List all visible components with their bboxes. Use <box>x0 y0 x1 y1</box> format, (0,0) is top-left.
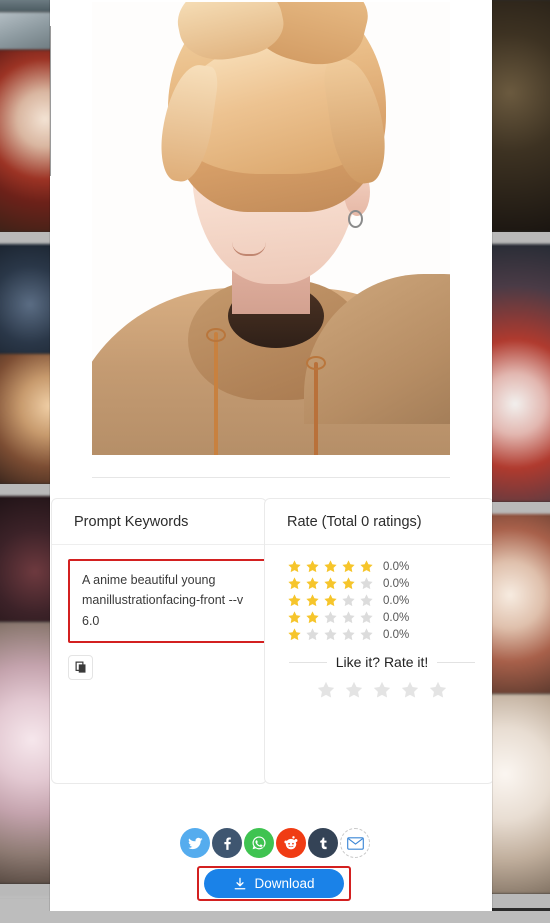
image-detail-modal: Prompt Keywords A anime beautiful young … <box>50 0 492 911</box>
browser-bottom-strip <box>0 911 550 923</box>
hoodie-drawstring-right <box>314 362 318 455</box>
divider-line-right <box>437 661 476 663</box>
hoodie-drawstring-left <box>214 332 218 455</box>
rating-distribution: 0.0% 0.0% 0.0% 0.0% 0.0% <box>287 559 477 642</box>
rating-row-percent: 0.0% <box>383 611 410 624</box>
divider-line-left <box>289 661 327 663</box>
rating-row-stars <box>287 610 374 625</box>
rating-row-stars <box>287 627 374 642</box>
rating-row[interactable]: 0.0% <box>287 576 477 591</box>
rating-row-percent: 0.0% <box>383 594 410 607</box>
copy-icon <box>75 661 85 673</box>
star-icon <box>306 611 319 624</box>
star-icon <box>360 594 373 607</box>
rating-row[interactable]: 0.0% <box>287 610 477 625</box>
rate-star-1[interactable] <box>316 680 336 705</box>
rating-row-percent: 0.0% <box>383 560 410 573</box>
star-icon <box>360 560 373 573</box>
rate-prompt-label: Like it? Rate it! <box>335 654 429 670</box>
reddit-share-icon[interactable] <box>276 828 306 858</box>
rating-row[interactable]: 0.0% <box>287 559 477 574</box>
copy-prompt-button[interactable] <box>68 654 93 680</box>
rating-row-stars <box>287 559 374 574</box>
rating-row-percent: 0.0% <box>383 628 410 641</box>
section-divider <box>92 477 450 478</box>
rate-card-title: Rate (Total 0 ratings) <box>265 499 492 545</box>
whatsapp-share-icon[interactable] <box>244 828 274 858</box>
star-icon <box>345 681 363 698</box>
rate-star-4[interactable] <box>400 680 420 705</box>
star-icon <box>288 611 301 624</box>
rate-prompt-row: Like it? Rate it! <box>289 654 476 670</box>
download-button[interactable]: Download <box>204 869 344 898</box>
star-icon <box>324 594 337 607</box>
star-icon <box>288 560 301 573</box>
star-icon <box>342 594 355 607</box>
star-icon <box>324 628 337 641</box>
star-icon <box>360 611 373 624</box>
interactive-rating-stars[interactable] <box>287 680 477 705</box>
prompt-keywords-card: Prompt Keywords A anime beautiful young … <box>51 498 272 784</box>
star-icon <box>342 611 355 624</box>
star-icon <box>288 628 301 641</box>
email-share-icon[interactable] <box>340 828 370 858</box>
rate-star-5[interactable] <box>428 680 448 705</box>
star-icon <box>306 628 319 641</box>
artwork-container[interactable] <box>92 2 450 455</box>
star-icon <box>324 577 337 590</box>
star-icon <box>342 577 355 590</box>
rating-row[interactable]: 0.0% <box>287 627 477 642</box>
rating-row[interactable]: 0.0% <box>287 593 477 608</box>
prompt-keywords-title: Prompt Keywords <box>52 499 266 545</box>
star-icon <box>401 681 419 698</box>
prompt-text[interactable]: A anime beautiful young manillustrationf… <box>68 559 272 643</box>
facebook-share-icon[interactable] <box>212 828 242 858</box>
earring-shape <box>348 210 363 228</box>
download-label: Download <box>254 876 315 891</box>
anime-boy-portrait[interactable] <box>92 2 450 455</box>
rate-star-2[interactable] <box>344 680 364 705</box>
rating-row-percent: 0.0% <box>383 577 410 590</box>
rating-row-stars <box>287 576 374 591</box>
star-icon <box>429 681 447 698</box>
hoodie-eyelet-right <box>306 356 326 370</box>
star-icon <box>360 577 373 590</box>
hoodie-eyelet-left <box>206 328 226 342</box>
star-icon <box>306 577 319 590</box>
prompt-keywords-body: A anime beautiful young manillustrationf… <box>52 545 272 696</box>
rate-card: Rate (Total 0 ratings) 0.0% 0.0% 0.0% 0.0% 0… <box>264 498 492 784</box>
star-icon <box>342 628 355 641</box>
rate-star-3[interactable] <box>372 680 392 705</box>
star-icon <box>288 594 301 607</box>
rating-row-stars <box>287 593 374 608</box>
twitter-share-icon[interactable] <box>180 828 210 858</box>
social-share-row <box>0 828 550 858</box>
star-icon <box>360 628 373 641</box>
star-icon <box>306 594 319 607</box>
star-icon <box>324 560 337 573</box>
star-icon <box>317 681 335 698</box>
download-icon <box>235 877 246 889</box>
star-icon <box>373 681 391 698</box>
star-icon <box>288 577 301 590</box>
star-icon <box>306 560 319 573</box>
star-icon <box>342 560 355 573</box>
star-icon <box>324 611 337 624</box>
rate-card-body: 0.0% 0.0% 0.0% 0.0% 0.0% Like it? Rate it! <box>265 545 492 721</box>
tumblr-share-icon[interactable] <box>308 828 338 858</box>
